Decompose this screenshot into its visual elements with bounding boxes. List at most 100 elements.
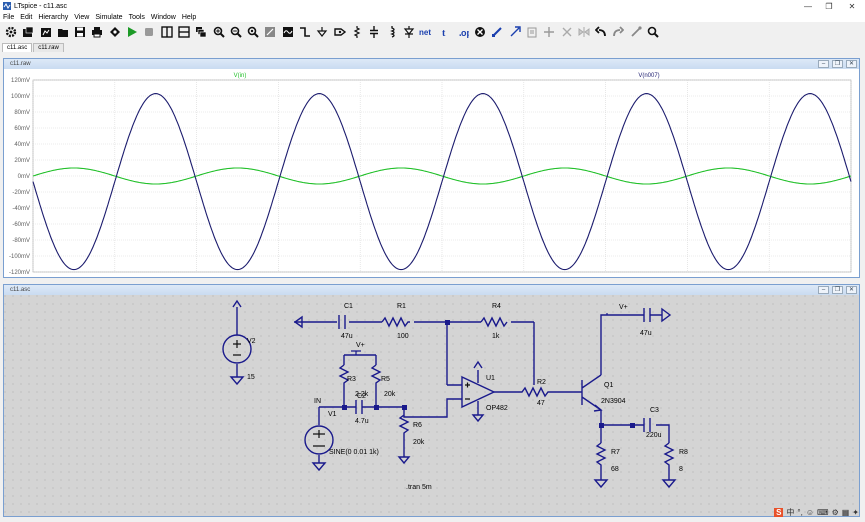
print-icon[interactable] — [90, 25, 104, 39]
zoom-out-icon[interactable] — [229, 25, 243, 39]
punctuation-icon[interactable]: °, — [797, 508, 802, 517]
wire-icon[interactable] — [298, 25, 312, 39]
r3-label: R3 — [347, 376, 356, 383]
halt-icon[interactable] — [142, 25, 156, 39]
component-icon[interactable]: net — [419, 25, 435, 39]
rotate-icon[interactable] — [560, 25, 574, 39]
tran-directive[interactable]: .tran 5m — [406, 484, 432, 491]
open-icon[interactable] — [56, 25, 70, 39]
document-tabs: c11.asc c11.raw — [0, 42, 865, 52]
c1-label: C1 — [344, 303, 353, 310]
ltspice-app-icon — [3, 2, 11, 10]
r8-label: R8 — [679, 449, 688, 456]
menu-tools[interactable]: Tools — [126, 14, 148, 21]
schematic-window: c11.asc – ❐ ✕ C1 47u R1 100 R4 1k V+ 47u… — [3, 284, 860, 517]
save-icon[interactable] — [73, 25, 87, 39]
c1-value: 47u — [341, 333, 353, 340]
zoom-fit-icon[interactable] — [246, 25, 260, 39]
waveform-plot[interactable]: 120mV 100mV 80mV 60mV 40mV 20mV 0mV -20mV -40mV -… — [4, 69, 859, 277]
paste-icon[interactable] — [525, 25, 539, 39]
y-tick-label: 120mV — [11, 78, 30, 84]
mirror-icon[interactable] — [577, 25, 591, 39]
schematic-canvas[interactable]: C1 47u R1 100 R4 1k V+ 47u V2 15 V+ R3 2… — [4, 295, 859, 516]
v2-value: 15 — [247, 374, 255, 381]
toolbox-icon[interactable]: ✦ — [852, 508, 859, 517]
keyboard-icon[interactable]: ⌨ — [817, 508, 829, 517]
v2-label: V2 — [247, 338, 256, 345]
move-icon[interactable] — [508, 25, 522, 39]
y-tick-label: -80mV — [12, 238, 30, 244]
new-schematic-icon[interactable] — [21, 25, 35, 39]
v1-value: SINE(0 0.01 1k) — [329, 449, 379, 456]
skin-icon[interactable]: ▦ — [842, 508, 850, 517]
draw-line-icon[interactable] — [629, 25, 643, 39]
menu-window[interactable]: Window — [148, 14, 179, 21]
svg-text:op: op — [461, 28, 469, 38]
minimize-button[interactable]: — — [797, 0, 819, 12]
drag-icon[interactable] — [542, 25, 556, 39]
y-tick-label: 100mV — [11, 94, 30, 100]
waveform-window: c11.raw – ❐ ✕ 120mV 100mV 80mV 60mV 40mV 20mV… — [3, 58, 860, 278]
menu-file[interactable]: File — [0, 14, 17, 21]
capacitor-icon[interactable] — [367, 25, 381, 39]
zoom-in-icon[interactable] — [212, 25, 226, 39]
settings-icon[interactable]: ⚙ — [832, 508, 839, 517]
control-panel-icon[interactable] — [4, 25, 18, 39]
net-text: net — [419, 28, 431, 37]
schematic-close-button[interactable]: ✕ — [846, 286, 857, 294]
menu-view[interactable]: View — [71, 14, 92, 21]
r4-value: 1k — [492, 333, 500, 340]
y-tick-label: 0mV — [18, 174, 30, 180]
delete-icon[interactable] — [473, 25, 487, 39]
cascade-icon[interactable] — [194, 25, 208, 39]
redo-icon[interactable] — [611, 25, 625, 39]
plot-restore-button[interactable]: ❐ — [832, 60, 843, 68]
menu-simulate[interactable]: Simulate — [92, 14, 125, 21]
r5-label: R5 — [381, 376, 390, 383]
undo-icon[interactable] — [594, 25, 608, 39]
y-tick-label: -100mV — [9, 254, 30, 260]
tab-c11-raw[interactable]: c11.raw — [33, 43, 64, 52]
sogou-ime-icon[interactable]: S — [774, 507, 784, 517]
menu-help[interactable]: Help — [179, 14, 199, 21]
waveform-window-title: c11.raw — [10, 61, 31, 67]
tab-c11-asc[interactable]: c11.asc — [2, 43, 33, 52]
menu-edit[interactable]: Edit — [17, 14, 35, 21]
y-tick-label: -60mV — [12, 222, 30, 228]
text-icon[interactable]: t — [438, 25, 452, 39]
new-symbol-icon[interactable] — [39, 25, 53, 39]
tile-vertical-icon[interactable] — [160, 25, 174, 39]
find-icon[interactable] — [646, 25, 660, 39]
q1-label: Q1 — [604, 382, 613, 389]
resistor-icon[interactable] — [350, 25, 364, 39]
setup-icon[interactable] — [108, 25, 122, 39]
schematic-minimize-button[interactable]: – — [818, 286, 829, 294]
svg-text:t: t — [442, 28, 446, 38]
c3-label: C3 — [650, 407, 659, 414]
autorange-icon[interactable] — [281, 25, 295, 39]
title-bar: LTspice - c11.asc — ❐ ✕ — [0, 0, 865, 12]
close-button[interactable]: ✕ — [841, 0, 863, 12]
ground-icon[interactable] — [315, 25, 329, 39]
restore-button[interactable]: ❐ — [818, 0, 840, 12]
ime-language-icon[interactable]: 中 — [786, 507, 794, 518]
spice-directive-icon[interactable]: .op — [456, 25, 470, 39]
label-net-icon[interactable] — [333, 25, 347, 39]
vplus-top-label: V+ — [619, 304, 628, 311]
y-tick-label: -20mV — [12, 190, 30, 196]
zoom-extents-icon[interactable] — [263, 25, 277, 39]
menu-hierarchy[interactable]: Hierarchy — [35, 14, 71, 21]
schematic-restore-button[interactable]: ❐ — [832, 286, 843, 294]
plot-minimize-button[interactable]: – — [818, 60, 829, 68]
duplicate-icon[interactable] — [490, 25, 504, 39]
emoji-icon[interactable]: ☺ — [806, 508, 814, 517]
inductor-icon[interactable] — [385, 25, 399, 39]
r5-value: 20k — [384, 391, 396, 398]
plot-close-button[interactable]: ✕ — [846, 60, 857, 68]
y-tick-label: 80mV — [14, 110, 30, 116]
r8-value: 8 — [679, 466, 683, 473]
vplus-mid-label: V+ — [356, 342, 365, 349]
run-icon[interactable] — [125, 25, 139, 39]
tile-horizontal-icon[interactable] — [177, 25, 191, 39]
diode-icon[interactable] — [402, 25, 416, 39]
